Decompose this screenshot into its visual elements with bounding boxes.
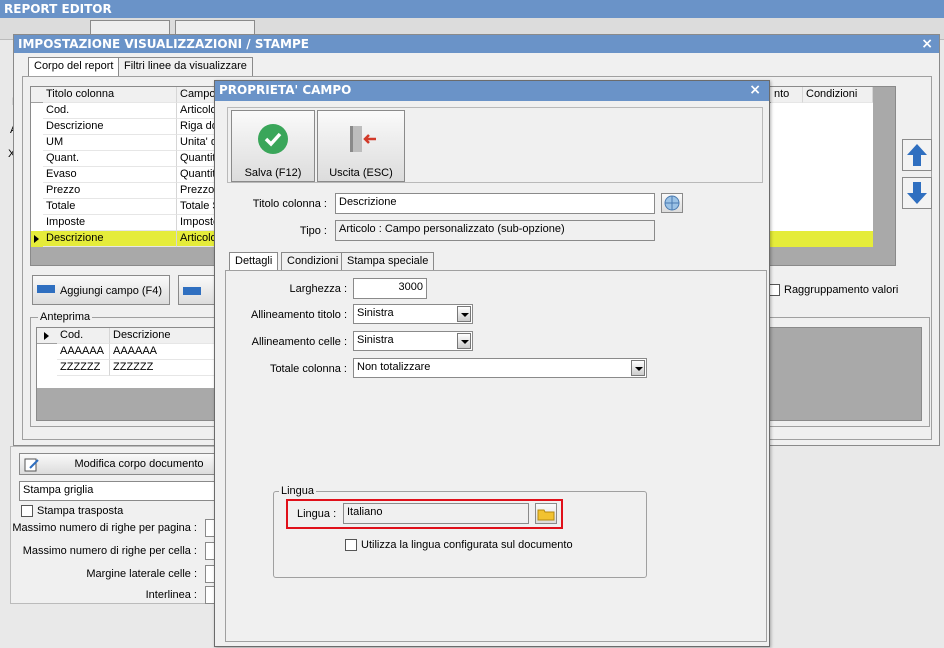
close-icon[interactable]: ×	[921, 36, 933, 52]
cell-campo: Quantit	[177, 167, 217, 183]
tab-stampa-speciale[interactable]: Stampa speciale	[341, 252, 435, 271]
tab-filtri-linee[interactable]: Filtri linee da visualizzare	[118, 57, 253, 77]
report-editor-title: REPORT EDITOR	[4, 2, 112, 16]
cell-campo: Quantit	[177, 151, 217, 167]
impostazione-title: IMPOSTAZIONE VISUALIZZAZIONI / STAMPE	[18, 37, 309, 51]
max-righe-cella-label: Massimo numero di righe per cella :	[22, 545, 197, 557]
totale-colonna-label: Totale colonna :	[269, 363, 347, 375]
globe-icon	[664, 195, 680, 211]
edit-icon	[24, 458, 39, 472]
column-header[interactable]: Titolo colonna	[43, 87, 177, 103]
allineamento-celle-select[interactable]: Sinistra	[353, 331, 473, 351]
margine-label: Margine laterale celle :	[86, 568, 197, 580]
grid-scroll-area[interactable]	[873, 87, 895, 265]
preview-column-header: Cod.	[57, 328, 110, 344]
column-header[interactable]: Campo	[177, 87, 217, 103]
corpo-panel: Modifica corpo documento Stampa griglia …	[10, 446, 221, 604]
cell-titolo: Prezzo	[43, 183, 177, 199]
arrow-down-icon	[907, 182, 927, 204]
report-editor-titlebar: REPORT EDITOR	[0, 0, 944, 18]
larghezza-label: Larghezza :	[289, 283, 347, 295]
move-up-button[interactable]	[902, 139, 932, 171]
chevron-down-icon[interactable]	[457, 306, 471, 322]
stampa-griglia-select[interactable]: Stampa griglia	[19, 481, 219, 501]
cell-campo: Riga do	[177, 119, 217, 135]
tipo-label: Tipo :	[299, 225, 327, 237]
chevron-down-icon[interactable]	[457, 333, 471, 349]
preview-cell: ZZZZZZ	[110, 360, 217, 376]
tab-condizioni[interactable]: Condizioni	[281, 252, 345, 271]
impostazione-titlebar: IMPOSTAZIONE VISUALIZZAZIONI / STAMPE ×	[14, 35, 939, 53]
allineamento-celle-label: Allineamento celle :	[251, 336, 347, 348]
titolo-colonna-label: Titolo colonna :	[252, 198, 327, 210]
arrow-up-icon	[907, 144, 927, 166]
titolo-colonna-input[interactable]: Descrizione	[335, 193, 655, 214]
add-field-icon	[37, 285, 55, 293]
column-header[interactable]: nto	[771, 87, 803, 103]
tab-dettagli[interactable]: Dettagli	[229, 252, 279, 271]
cell-campo: Imposte	[177, 215, 217, 231]
lingua-group-label: Lingua	[279, 485, 317, 497]
allineamento-titolo-select[interactable]: Sinistra	[353, 304, 473, 324]
add-field-button-2[interactable]	[178, 275, 218, 305]
cell-titolo: Totale	[43, 199, 177, 215]
raggruppamento-label: Raggruppamento valori	[784, 284, 899, 296]
proprieta-title: PROPRIETA' CAMPO	[219, 83, 352, 97]
add-field-icon	[183, 287, 201, 295]
larghezza-input[interactable]: 3000	[353, 278, 427, 299]
cell-campo: Prezzo	[177, 183, 217, 199]
preview-cell: ZZZZZZ	[57, 360, 110, 376]
cell-campo: Totale S	[177, 199, 217, 215]
salva-label: Salva (F12)	[244, 167, 302, 179]
dettagli-tab-content	[225, 270, 767, 642]
uscita-button[interactable]: Uscita (ESC)	[317, 110, 405, 182]
column-header[interactable]: Condizioni	[803, 87, 873, 103]
cell-campo: Articolo	[177, 103, 217, 119]
row-pointer-icon	[44, 332, 49, 340]
exit-door-icon	[350, 126, 376, 152]
utilizza-lingua-checkbox[interactable]	[345, 539, 357, 551]
checkmark-icon	[258, 124, 288, 154]
uscita-label: Uscita (ESC)	[329, 167, 393, 179]
modifica-corpo-button[interactable]: Modifica corpo documento	[19, 453, 219, 475]
lingua-field: Italiano	[343, 503, 529, 524]
anteprima-label: Anteprima	[38, 311, 93, 323]
folder-icon	[537, 509, 555, 521]
stampa-trasposta-label: Stampa trasposta	[37, 505, 124, 517]
lingua-browse-button[interactable]	[535, 503, 557, 524]
salva-button[interactable]: Salva (F12)	[231, 110, 315, 182]
translate-button[interactable]	[661, 193, 683, 213]
preview-cell: AAAAAA	[57, 344, 110, 360]
stampa-trasposta-checkbox[interactable]	[21, 505, 33, 517]
tipo-field: Articolo : Campo personalizzato (sub-opz…	[335, 220, 655, 241]
cell-titolo: Imposte	[43, 215, 177, 231]
lingua-label: Lingua :	[297, 508, 337, 520]
preview-cell: AAAAAA	[110, 344, 217, 360]
cell-titolo: Descrizione	[43, 119, 177, 135]
proprieta-titlebar: PROPRIETA' CAMPO ×	[215, 81, 769, 101]
cell-titolo: Evaso	[43, 167, 177, 183]
cell-campo: Articolo	[177, 231, 217, 247]
cell-titolo: UM	[43, 135, 177, 151]
utilizza-lingua-label: Utilizza la lingua configurata sul docum…	[361, 539, 573, 551]
tab-corpo-del-report[interactable]: Corpo del report	[28, 57, 120, 77]
interlinea-label: Interlinea :	[145, 589, 197, 601]
preview-column-header: Descrizione	[110, 328, 217, 344]
allineamento-titolo-label: Allineamento titolo :	[251, 309, 347, 321]
cell-campo: Unita' d	[177, 135, 217, 151]
aggiungi-campo-button[interactable]: Aggiungi campo (F4)	[32, 275, 170, 305]
proprieta-dialog: PROPRIETA' CAMPO × Salva (F12) Uscita (E…	[214, 80, 770, 647]
max-righe-pagina-label: Massimo numero di righe per pagina :	[12, 522, 197, 534]
chevron-down-icon[interactable]	[631, 360, 645, 376]
preview-header: Cod. Descrizione	[37, 328, 217, 344]
totale-colonna-select[interactable]: Non totalizzare	[353, 358, 647, 378]
cell-titolo: Quant.	[43, 151, 177, 167]
cell-titolo: Descrizione	[43, 231, 177, 247]
close-icon[interactable]: ×	[749, 82, 761, 98]
row-pointer-icon	[34, 235, 39, 243]
cell-titolo: Cod.	[43, 103, 177, 119]
preview-body: AAAAAA AAAAAA ZZZZZZ ZZZZZZ	[37, 344, 217, 388]
move-down-button[interactable]	[902, 177, 932, 209]
